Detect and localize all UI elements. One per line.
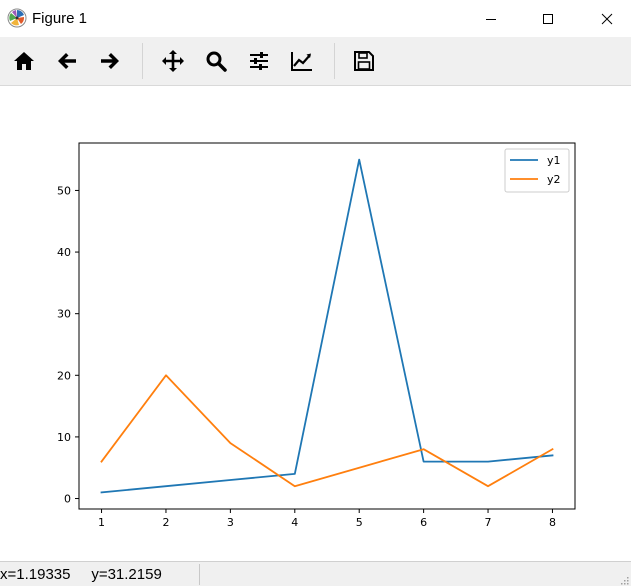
- x-tick-label: 2: [162, 516, 169, 529]
- close-icon: [601, 13, 613, 24]
- y-tick-label: 30: [57, 308, 71, 321]
- figure-canvas[interactable]: 12345678 0 10 20 30 40 50 y1 y2: [0, 86, 631, 560]
- legend-label-y2: y2: [547, 173, 561, 186]
- pan-button[interactable]: [157, 45, 189, 77]
- x-tick-label: 7: [485, 516, 492, 529]
- save-button[interactable]: [348, 45, 380, 77]
- x-tick-label: 6: [420, 516, 427, 529]
- zoom-button[interactable]: [200, 45, 232, 77]
- magnifier-icon: [206, 51, 227, 72]
- legend-label-y1: y1: [547, 154, 561, 167]
- matplotlib-icon: [7, 8, 27, 28]
- window-title: Figure 1: [32, 10, 88, 27]
- line-chart: 12345678 01020304050 y1y2: [57, 142, 576, 529]
- forward-button[interactable]: [94, 45, 126, 77]
- status-divider: [199, 564, 200, 585]
- x-tick-label: 8: [549, 516, 556, 529]
- arrow-right-icon: [101, 53, 119, 69]
- size-grip-icon[interactable]: [619, 575, 629, 585]
- subplots-button[interactable]: [243, 45, 275, 77]
- sliders-icon: [250, 52, 268, 70]
- floppy-disk-icon: [354, 51, 374, 71]
- y-tick-label: 50: [57, 184, 71, 197]
- legend: y1y2: [504, 148, 570, 193]
- toolbar-separator: [334, 43, 335, 79]
- close-button[interactable]: [584, 0, 630, 37]
- x-axis: 1 2 3 4 5 6 7 8: [98, 509, 556, 529]
- status-bar: x=1.19335 y=31.2159: [0, 561, 631, 586]
- y-tick-label: 20: [57, 369, 71, 382]
- maximize-icon: [543, 13, 553, 24]
- toolbar-separator: [142, 43, 143, 79]
- arrow-left-icon: [58, 53, 76, 69]
- x-tick-label: 3: [227, 516, 234, 529]
- y-tick-label: 0: [64, 493, 71, 506]
- title-bar: Figure 1: [0, 0, 631, 37]
- back-button[interactable]: [51, 45, 83, 77]
- minimize-icon: [486, 18, 496, 20]
- home-icon: [14, 52, 34, 70]
- minimize-button[interactable]: [468, 0, 514, 37]
- y-tick-label: 40: [57, 246, 71, 259]
- y-tick-label: 10: [57, 431, 71, 444]
- chart-line-icon: [291, 52, 312, 71]
- maximize-button[interactable]: [525, 0, 571, 37]
- move-icon: [162, 50, 184, 72]
- x-tick-label: 1: [98, 516, 105, 529]
- axes-frame: [78, 142, 576, 510]
- cursor-coordinates: x=1.19335 y=31.2159: [0, 566, 162, 583]
- customize-button[interactable]: [286, 45, 318, 77]
- navigation-toolbar: [0, 37, 631, 86]
- y-axis: 0 10 20 30 40 50: [57, 184, 79, 506]
- x-tick-label: 4: [291, 516, 298, 529]
- figure-window: Figure 1 1 2 3 4 5 6 7 8 0 10 20 30 40 5…: [0, 0, 631, 586]
- x-tick-label: 5: [356, 516, 363, 529]
- home-button[interactable]: [8, 45, 40, 77]
